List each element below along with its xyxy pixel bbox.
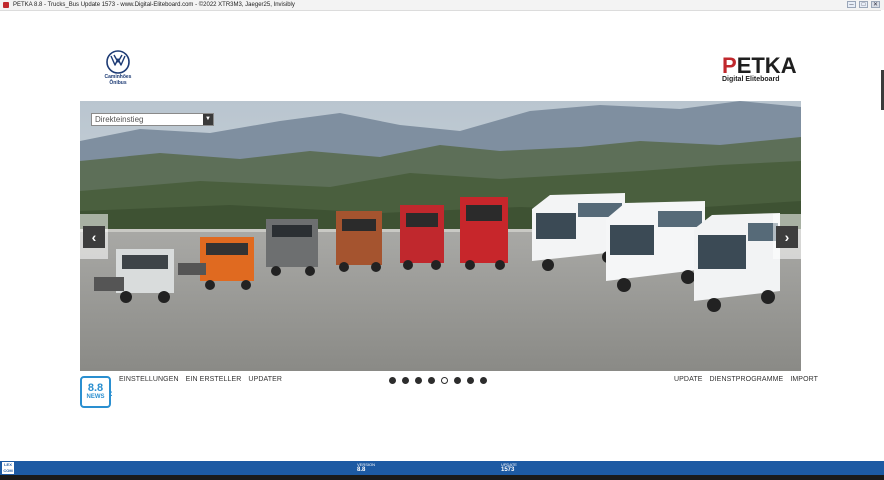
- carousel-dot[interactable]: [454, 377, 461, 384]
- menu-import[interactable]: IMPORT: [790, 376, 818, 383]
- maximize-button[interactable]: □: [859, 1, 868, 8]
- menu-einstellungen[interactable]: EINSTELLUNGEN: [119, 376, 179, 383]
- close-button[interactable]: ✕: [871, 1, 880, 8]
- vw-logo: Caminhões Ônibus: [103, 50, 133, 86]
- version-value: 8.8: [357, 467, 366, 473]
- petka-app-icon: [3, 2, 9, 8]
- chevron-right-icon: ›: [776, 225, 798, 248]
- window-titlebar: PETKA 8.8 - Trucks_Bus Update 1573 - www…: [0, 0, 884, 11]
- carousel-dot[interactable]: [480, 377, 487, 384]
- carousel-next-button[interactable]: ›: [773, 214, 801, 259]
- news-ellipsis-icon: :: [110, 389, 113, 398]
- hero-banner: [80, 101, 801, 371]
- window-title: PETKA 8.8 - Trucks_Bus Update 1573 - www…: [13, 2, 295, 8]
- version-info: VERSION 8.8: [357, 462, 375, 474]
- carousel-dot-active[interactable]: [441, 377, 448, 384]
- news-label: NEWS: [86, 394, 105, 400]
- carousel-dot[interactable]: [428, 377, 435, 384]
- truck-bronze: [336, 211, 382, 272]
- carousel-dot[interactable]: [415, 377, 422, 384]
- update-info: UPDATE 1573: [501, 462, 517, 474]
- carousel-indicators: [389, 377, 487, 384]
- carousel-prev-button[interactable]: ‹: [80, 214, 108, 259]
- direct-entry-select[interactable]: Direkteinstieg ▼: [91, 113, 214, 126]
- petka-logo: PETKA Digital Eliteboard: [722, 53, 797, 84]
- truck-red: [400, 205, 444, 270]
- menu-ein-ersteller[interactable]: EIN ERSTELLER: [186, 376, 242, 383]
- fleet-photo: [80, 101, 801, 371]
- menu-update[interactable]: UPDATE: [674, 376, 702, 383]
- menu-right: UPDATE DIENSTPROGRAMME IMPORT: [674, 376, 818, 383]
- vw-caption-line2: Ônibus: [109, 80, 127, 86]
- petka-wordmark-accent: P: [722, 53, 737, 78]
- news-version: 8.8: [87, 382, 104, 394]
- carousel-dot[interactable]: [402, 377, 409, 384]
- carousel-dot[interactable]: [467, 377, 474, 384]
- status-bar: LEX COM VERSION 8.8 UPDATE 1573: [0, 461, 884, 475]
- lexcom-logo: LEX COM: [2, 462, 14, 474]
- menu-dienstprogramme[interactable]: DIENSTPROGRAMME: [709, 376, 783, 383]
- petka-wordmark: PETKA: [722, 53, 797, 78]
- news-badge[interactable]: 8.8 NEWS: [80, 376, 111, 408]
- dropdown-arrow-icon[interactable]: ▼: [203, 114, 213, 125]
- minimize-button[interactable]: ─: [847, 1, 856, 8]
- chevron-left-icon: ‹: [83, 225, 105, 248]
- os-taskbar: [0, 475, 884, 480]
- direct-entry-value: Direkteinstieg: [95, 115, 144, 124]
- petka-wordmark-rest: ETKA: [736, 53, 797, 78]
- update-value: 1573: [501, 467, 515, 473]
- vw-emblem-icon: [106, 50, 130, 74]
- truck-red-2: [460, 197, 508, 270]
- carousel-dot[interactable]: [389, 377, 396, 384]
- menu-updater[interactable]: UPDATER: [248, 376, 282, 383]
- menu-left: EINSTELLUNGEN EIN ERSTELLER UPDATER: [119, 376, 282, 383]
